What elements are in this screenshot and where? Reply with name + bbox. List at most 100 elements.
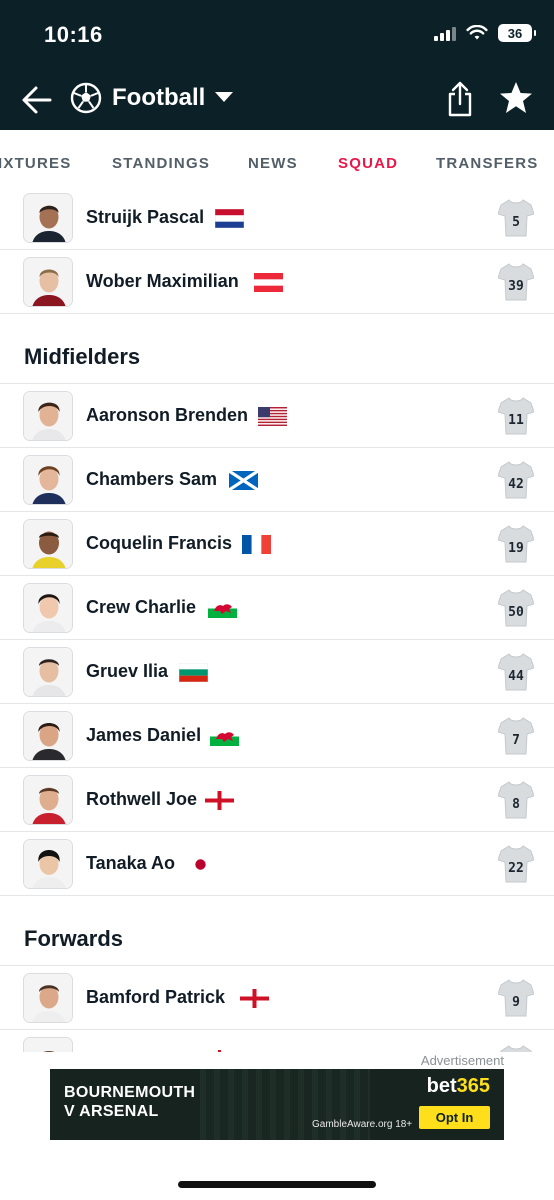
player-avatar xyxy=(23,455,73,505)
england-flag-icon xyxy=(240,989,269,1008)
ad-brand-a: bet xyxy=(426,1075,457,1097)
flag-fragment xyxy=(218,1050,221,1052)
list-item[interactable]: Bamford Patrick 9 xyxy=(0,966,554,1030)
list-item[interactable]: Wober Maximilian 39 xyxy=(0,250,554,314)
shirt-number-icon: 44 xyxy=(498,652,534,692)
shirt-number-icon: 9 xyxy=(498,978,534,1018)
ad-opt-in-button[interactable]: Opt In xyxy=(419,1106,490,1129)
player-name: Gruev Ilia xyxy=(86,661,169,681)
status-icons: 36 xyxy=(434,24,536,42)
player-name: Coquelin Francis xyxy=(86,533,233,553)
player-name: Wober Maximilian xyxy=(86,271,239,291)
wifi-icon xyxy=(466,25,488,40)
svg-text:50: 50 xyxy=(508,605,524,620)
soccer-ball-icon[interactable] xyxy=(70,82,102,114)
sport-selector-title[interactable]: Football xyxy=(112,84,205,112)
list-item[interactable]: Rothwell Joe 8 xyxy=(0,768,554,832)
shirt-number-icon: 19 xyxy=(498,524,534,564)
svg-text:11: 11 xyxy=(508,413,524,428)
player-name: Rothwell Joe xyxy=(86,789,198,809)
player-avatar xyxy=(23,583,73,633)
svg-text:5: 5 xyxy=(512,215,520,230)
nav-row: Football xyxy=(0,78,554,122)
player-avatar xyxy=(23,973,73,1023)
player-avatar xyxy=(23,257,73,307)
player-avatar xyxy=(23,839,73,889)
list-item[interactable]: Gruev Ilia 44 xyxy=(0,640,554,704)
shirt-icon xyxy=(498,1044,534,1052)
ad-brand-logo: bet365 xyxy=(427,1075,490,1098)
shirt-number-icon: 42 xyxy=(498,460,534,500)
status-time: 10:16 xyxy=(44,22,103,47)
tab-transfers[interactable]: TRANSFERS xyxy=(436,155,538,172)
svg-text:8: 8 xyxy=(512,797,520,812)
svg-text:7: 7 xyxy=(512,733,520,748)
tab-fixtures[interactable]: IXTURES xyxy=(0,155,71,172)
player-avatar xyxy=(23,519,73,569)
section-title: Midfielders xyxy=(24,344,141,369)
shirt-number-icon: 39 xyxy=(498,262,534,302)
ad-disclaimer: GambleAware.org 18+ xyxy=(312,1119,413,1130)
svg-text:44: 44 xyxy=(508,669,524,684)
shirt-number-icon: 50 xyxy=(498,588,534,628)
shirt-number-icon: 7 xyxy=(498,716,534,756)
player-name: Bamford Patrick xyxy=(86,987,226,1007)
list-item[interactable]: Struijk Pascal 5 xyxy=(0,186,554,250)
bulgaria-flag-icon xyxy=(179,663,208,682)
share-icon[interactable] xyxy=(444,80,476,118)
usa-flag-icon xyxy=(258,407,287,426)
player-name: Crew Charlie xyxy=(86,597,197,617)
player-avatar xyxy=(23,1037,73,1052)
svg-text:19: 19 xyxy=(508,541,524,556)
svg-text:42: 42 xyxy=(508,477,524,492)
player-avatar xyxy=(23,647,73,697)
cellular-signal-icon xyxy=(434,25,456,41)
player-name: James Daniel xyxy=(86,725,202,745)
player-name: Aaronson Brenden xyxy=(86,405,249,425)
list-item[interactable]: James Daniel 7 xyxy=(0,704,554,768)
austria-flag-icon xyxy=(254,273,283,292)
player-name: Struijk Pascal xyxy=(86,207,205,227)
shirt-number-icon: 22 xyxy=(498,844,534,884)
france-flag-icon xyxy=(242,535,271,554)
tab-standings[interactable]: STANDINGS xyxy=(112,155,210,172)
ad-headline-line1: BOURNEMOUTH xyxy=(64,1084,196,1101)
section-title: Forwards xyxy=(24,926,124,951)
list-item[interactable]: Coquelin Francis 19 xyxy=(0,512,554,576)
list-item[interactable]: Aaronson Brenden 11 xyxy=(0,384,554,448)
player-avatar xyxy=(23,391,73,441)
shirt-number-icon: 5 xyxy=(498,198,534,238)
england-flag-icon xyxy=(205,791,234,810)
app-header: 10:16 36 Football xyxy=(0,0,554,130)
player-name: Tanaka Ao xyxy=(86,853,176,873)
section-header-midfielders: Midfielders xyxy=(0,314,554,384)
home-indicator[interactable] xyxy=(178,1181,376,1188)
shirt-number-icon: 11 xyxy=(498,396,534,436)
player-avatar xyxy=(23,193,73,243)
player-avatar xyxy=(23,775,73,825)
list-item[interactable]: Chambers Sam 42 xyxy=(0,448,554,512)
player-name: Chambers Sam xyxy=(86,469,218,489)
scotland-flag-icon xyxy=(229,471,258,490)
wales-flag-icon xyxy=(210,727,239,746)
ad-brand-b: 365 xyxy=(456,1075,490,1097)
battery-icon: 36 xyxy=(498,24,536,42)
dropdown-caret-icon[interactable] xyxy=(215,92,233,102)
svg-text:9: 9 xyxy=(512,995,520,1010)
player-avatar xyxy=(23,711,73,761)
tab-news[interactable]: NEWS xyxy=(248,155,298,172)
netherlands-flag-icon xyxy=(215,209,244,228)
shirt-number-icon: 8 xyxy=(498,780,534,820)
japan-flag-icon xyxy=(186,855,215,874)
favorite-star-icon[interactable] xyxy=(498,80,534,116)
advertisement-label: Advertisement xyxy=(420,1053,504,1068)
back-arrow-icon[interactable] xyxy=(20,82,54,118)
list-item[interactable]: Tanaka Ao 22 xyxy=(0,832,554,896)
wales-flag-icon xyxy=(208,599,237,618)
ad-headline-line2: V ARSENAL xyxy=(64,1103,159,1120)
list-item[interactable]: Crew Charlie 50 xyxy=(0,576,554,640)
tab-squad[interactable]: SQUAD xyxy=(338,155,398,172)
list-item-partial[interactable] xyxy=(0,1030,554,1052)
svg-text:39: 39 xyxy=(508,279,524,294)
ad-banner[interactable]: BOURNEMOUTH V ARSENAL bet365 GambleAware… xyxy=(50,1069,504,1140)
